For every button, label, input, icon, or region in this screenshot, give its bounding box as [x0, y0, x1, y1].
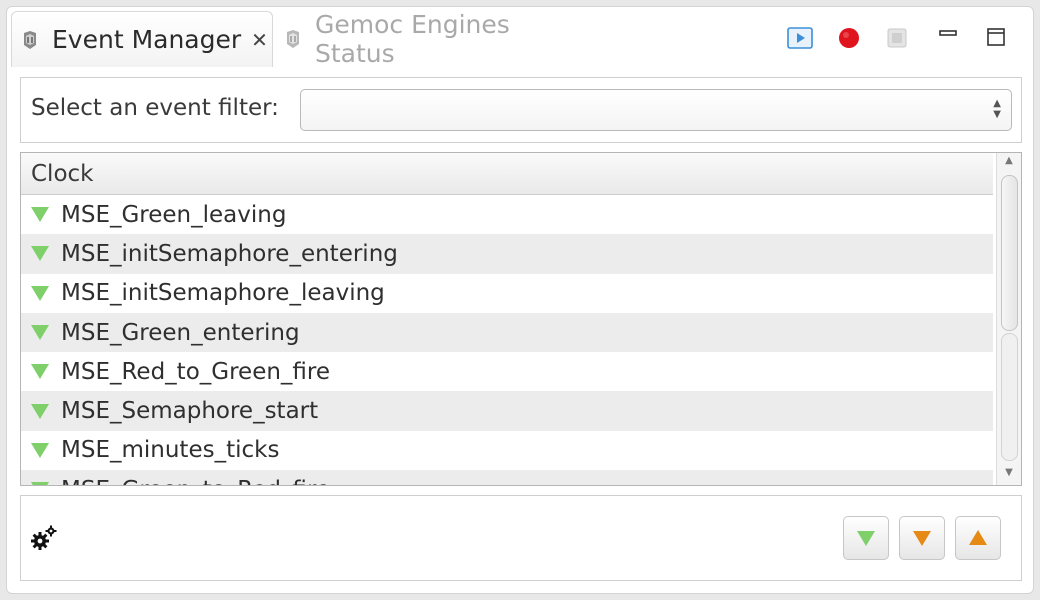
green-triangle-icon — [31, 246, 49, 262]
tab-label: Gemoc Engines Status — [315, 10, 510, 68]
green-triangle-icon — [31, 207, 49, 223]
row-label: MSE_Semaphore_start — [61, 398, 319, 425]
row-label: MSE_Green_to_Red_fire — [61, 477, 330, 485]
scroll-thumb[interactable] — [1001, 175, 1018, 331]
controls-section — [20, 495, 1022, 581]
maximize-icon — [987, 28, 1005, 46]
settings-button[interactable] — [29, 524, 59, 554]
filter-label: Select an event filter: — [31, 95, 279, 121]
stop-icon — [887, 28, 907, 48]
step-up-orange-button[interactable] — [955, 516, 1001, 560]
gears-icon — [31, 525, 57, 550]
step-down-green-button[interactable] — [843, 516, 889, 560]
green-triangle-icon — [31, 482, 49, 485]
table-row[interactable]: MSE_Green_to_Red_fire — [21, 470, 993, 485]
scroll-up-icon[interactable]: ▲ — [997, 155, 1021, 166]
green-triangle-icon — [31, 442, 49, 458]
table-rows: MSE_Green_leaving MSE_initSemaphore_enter… — [21, 195, 993, 485]
green-triangle-icon — [31, 364, 49, 380]
green-triangle-icon — [31, 285, 49, 301]
table-row[interactable]: MSE_Semaphore_start — [21, 391, 993, 431]
record-button[interactable] — [836, 25, 862, 51]
table-row[interactable]: MSE_initSemaphore_entering — [21, 234, 993, 274]
table-row[interactable]: MSE_Red_to_Green_fire — [21, 352, 993, 391]
play-button[interactable] — [787, 25, 813, 51]
step-down-orange-button[interactable] — [899, 516, 945, 560]
stop-button[interactable] — [884, 25, 910, 51]
minimize-button[interactable] — [936, 25, 962, 51]
event-manager-view: Event Manager ✕ Gemoc Engines Status Sel… — [6, 6, 1034, 594]
gemoc-logo-icon — [285, 30, 301, 48]
filter-section: Select an event filter: ▲ ▼ — [20, 77, 1022, 143]
table-row[interactable]: MSE_Green_entering — [21, 312, 993, 353]
minimize-icon — [939, 30, 957, 36]
table-row[interactable]: MSE_minutes_ticks — [21, 431, 993, 470]
tab-label: Event Manager — [52, 25, 242, 54]
column-header-clock[interactable]: Clock — [21, 153, 993, 195]
tab-event-manager[interactable]: Event Manager ✕ — [11, 11, 273, 67]
clock-table: Clock MSE_Green_leaving MSE_initSemaphore… — [20, 152, 1022, 486]
row-label: MSE_initSemaphore_leaving — [61, 280, 385, 307]
scroll-track[interactable] — [1001, 333, 1018, 461]
play-icon — [787, 27, 813, 49]
table-row[interactable]: MSE_Green_leaving — [21, 195, 993, 234]
updown-arrows-icon: ▲ ▼ — [993, 98, 1001, 120]
green-triangle-icon — [31, 325, 49, 341]
green-triangle-icon — [31, 403, 49, 419]
green-down-arrow-icon — [857, 531, 875, 546]
maximize-button[interactable] — [984, 25, 1010, 51]
row-label: MSE_minutes_ticks — [61, 437, 280, 464]
row-label: MSE_initSemaphore_entering — [61, 240, 398, 267]
record-icon — [839, 28, 859, 48]
row-label: MSE_Red_to_Green_fire — [61, 358, 331, 385]
row-label: MSE_Green_entering — [61, 319, 300, 346]
tab-gemoc-engines-status[interactable]: Gemoc Engines Status — [277, 10, 597, 68]
orange-down-arrow-icon — [913, 531, 931, 546]
orange-up-arrow-icon — [969, 530, 987, 545]
gemoc-logo-icon — [22, 30, 38, 49]
scroll-down-icon[interactable]: ▼ — [997, 467, 1021, 478]
tab-bar: Event Manager ✕ Gemoc Engines Status — [7, 7, 1033, 69]
vertical-scrollbar[interactable]: ▲ ▼ — [996, 153, 1021, 485]
row-label: MSE_Green_leaving — [61, 201, 287, 228]
event-filter-select[interactable]: ▲ ▼ — [300, 89, 1012, 131]
close-icon[interactable]: ✕ — [251, 28, 268, 52]
table-row[interactable]: MSE_initSemaphore_leaving — [21, 274, 993, 313]
